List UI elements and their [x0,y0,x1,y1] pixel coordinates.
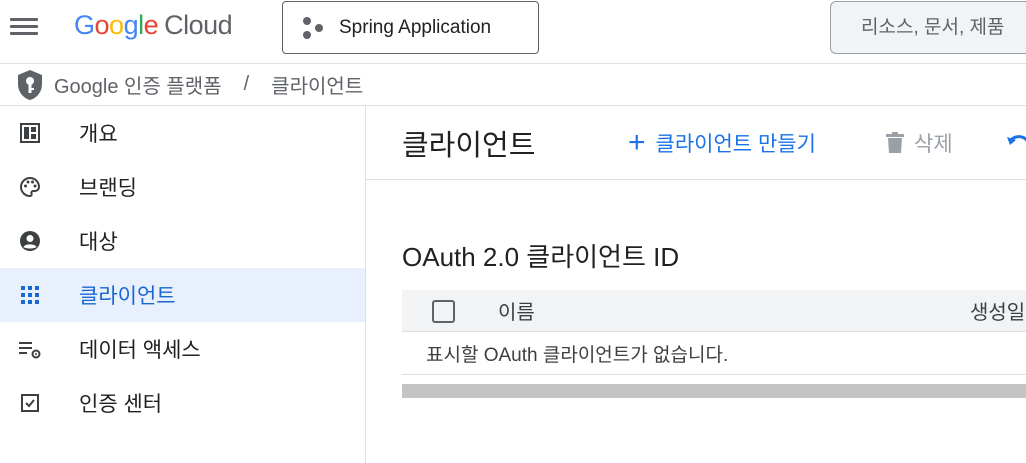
logo-letter: e [143,10,159,40]
column-header-created[interactable]: 생성일 [970,296,1025,325]
horizontal-scrollbar[interactable] [402,384,1026,398]
sidebar-item-label: 대상 [79,231,118,254]
undo-icon[interactable] [1006,133,1026,153]
main-content: 클라이언트 + 클라이언트 만들기 삭제 OAuth 2.0 클라이언트 ID … [366,106,1026,463]
sidebar-item-label: 개요 [79,123,118,146]
sidebar-item-label: 브랜딩 [79,177,137,200]
sidebar: 개요 브랜딩 대상 클라이언트 데이터 액세스 인증 센터 [0,106,366,463]
breadcrumb-separator: / [243,73,250,95]
delete-button[interactable]: 삭제 [886,128,953,158]
plus-icon: + [628,126,646,159]
sidebar-item-verification-center[interactable]: 인증 센터 [0,376,365,430]
create-client-button[interactable]: + 클라이언트 만들기 [628,128,816,158]
select-all-checkbox[interactable] [432,300,455,323]
empty-state-row: 표시할 OAuth 클라이언트가 없습니다. [402,332,1026,375]
clients-table: 이름 생성일 표시할 OAuth 클라이언트가 없습니다. [402,290,1026,398]
sidebar-item-label: 클라이언트 [79,285,176,308]
breadcrumb-product[interactable]: Google 인증 플랫폼 [54,70,222,99]
project-icon [303,16,325,39]
account-circle-icon [18,229,42,253]
sidebar-item-clients[interactable]: 클라이언트 [0,268,365,322]
sidebar-item-data-access[interactable]: 데이터 액세스 [0,322,365,376]
column-header-name[interactable]: 이름 [498,296,535,325]
palette-icon [18,175,42,199]
create-client-label: 클라이언트 만들기 [655,133,816,156]
apps-grid-icon [18,283,42,307]
delete-label: 삭제 [914,133,953,156]
page-title: 클라이언트 [402,129,536,162]
main-menu-icon[interactable] [10,14,38,38]
empty-state-message: 표시할 OAuth 클라이언트가 없습니다. [426,344,729,366]
dashboard-icon [18,121,42,145]
verified-checkbox-icon [18,391,42,415]
logo-letter: o [109,10,124,40]
google-cloud-logo[interactable]: Google Cloud [74,10,233,41]
sidebar-item-label: 인증 센터 [79,393,163,416]
logo-letter: g [123,10,139,40]
page-header: 클라이언트 + 클라이언트 만들기 삭제 [366,106,1026,180]
breadcrumb-current: 클라이언트 [271,76,364,98]
top-bar: Google Cloud Spring Application 리소스, 문서, … [0,0,1026,64]
project-picker-button[interactable]: Spring Application [282,1,539,54]
table-header: 이름 생성일 [402,290,1026,332]
data-settings-icon [18,337,42,361]
section-title: OAuth 2.0 클라이언트 ID [402,242,680,272]
sidebar-item-overview[interactable]: 개요 [0,106,365,160]
breadcrumb: Google 인증 플랫폼 / 클라이언트 [0,64,1026,106]
sidebar-item-branding[interactable]: 브랜딩 [0,160,365,214]
project-name: Spring Application [339,16,492,38]
sidebar-item-audience[interactable]: 대상 [0,214,365,268]
search-input[interactable]: 리소스, 문서, 제품 [830,1,1026,54]
sidebar-item-label: 데이터 액세스 [79,339,201,362]
trash-icon [886,132,904,153]
logo-letter: o [94,10,110,40]
logo-product: Cloud [164,10,233,40]
logo-letter: G [74,10,95,40]
shield-key-icon [18,69,42,100]
